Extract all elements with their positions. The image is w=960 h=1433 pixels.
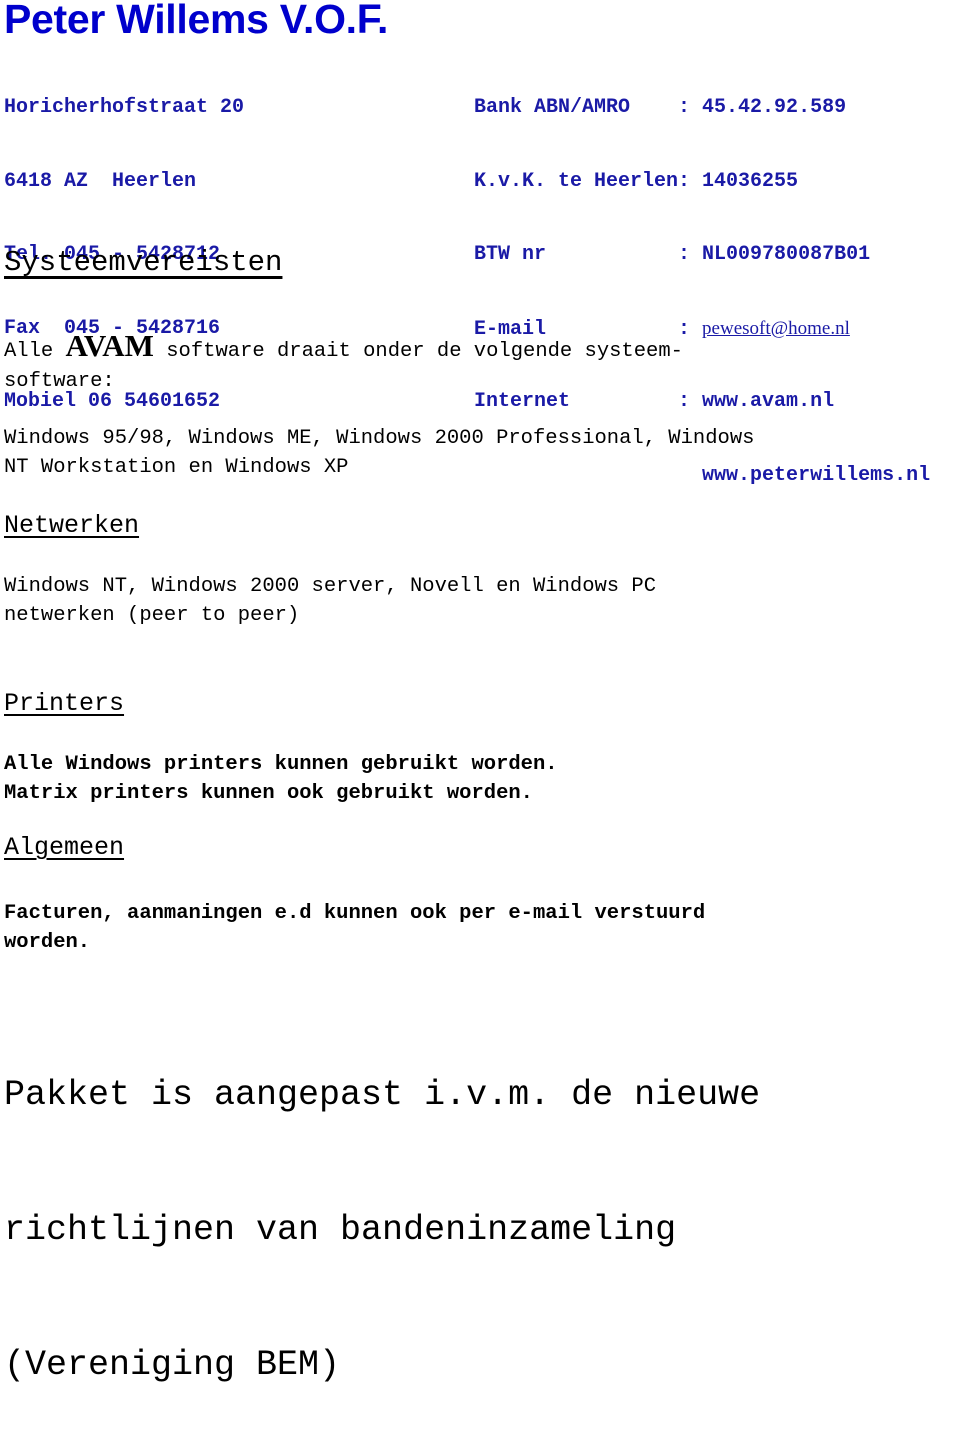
printers-line-1: Alle Windows printers kunnen gebruikt wo… [4, 753, 558, 776]
printers-line-2: Matrix printers kunnen ook gebruikt word… [4, 782, 533, 805]
intro-line-2: software: [4, 370, 115, 393]
internet-row-2: www.peterwillems.nl [474, 464, 930, 489]
address-street: Horicherhofstraat 20 [4, 96, 245, 119]
notice-line-3: (Vereniging BEM) [4, 1345, 341, 1385]
os-line-2: NT Workstation en Windows XP [4, 456, 349, 479]
brand-avam: AVAM [65, 328, 154, 363]
intro-pre: Alle [4, 340, 66, 363]
website-avam: www.avam.nl [702, 390, 835, 413]
heading-netwerken: Netwerken [4, 511, 140, 540]
networks-line-2: netwerken (peer to peer) [4, 604, 300, 627]
heading-algemeen: Algemeen [4, 833, 125, 862]
btw-value: NL009780087B01 [702, 243, 871, 266]
general-line-2: worden. [4, 931, 91, 954]
kvk-row: K.v.K. te Heerlen: 14036255 [474, 170, 930, 195]
btw-row: BTW nr : NL009780087B01 [474, 243, 930, 268]
company-name: Peter Willems V.O.F. [4, 0, 389, 42]
bank-value: 45.42.92.589 [702, 96, 847, 119]
email-link[interactable]: pewesoft@home.nl [702, 318, 850, 339]
internet-label: Internet : [474, 390, 703, 413]
bank-row: Bank ABN/AMRO : 45.42.92.589 [474, 96, 930, 121]
heading-printers: Printers [4, 689, 125, 718]
os-line-1: Windows 95/98, Windows ME, Windows 2000 … [4, 427, 755, 450]
bank-label: Bank ABN/AMRO : [474, 96, 703, 119]
intro-post: software draait onder de volgende systee… [153, 340, 683, 363]
networks-line-1: Windows NT, Windows 2000 server, Novell … [4, 575, 657, 598]
kvk-label: K.v.K. te Heerlen: [474, 169, 703, 193]
btw-label: BTW nr : [474, 243, 703, 266]
website-peterwillems: www.peterwillems.nl [702, 463, 931, 487]
notice-line-1: Pakket is aangepast i.v.m. de nieuwe [4, 1075, 761, 1115]
intro-paragraph: Alle AVAM software draait onder de volge… [4, 328, 683, 366]
notice-block: Pakket is aangepast i.v.m. de nieuwe ric… [4, 983, 760, 1433]
general-line-1: Facturen, aanmaningen e.d kunnen ook per… [4, 902, 706, 925]
address-city: 6418 AZ Heerlen [4, 169, 197, 193]
heading-systeemvereisten: Systeemvereisten [4, 246, 283, 279]
notice-line-2: richtlijnen van bandeninzameling [4, 1210, 677, 1250]
internet-row: Internet : www.avam.nl [474, 390, 930, 415]
internet-spacer [474, 464, 702, 487]
kvk-value: 14036255 [702, 169, 799, 193]
